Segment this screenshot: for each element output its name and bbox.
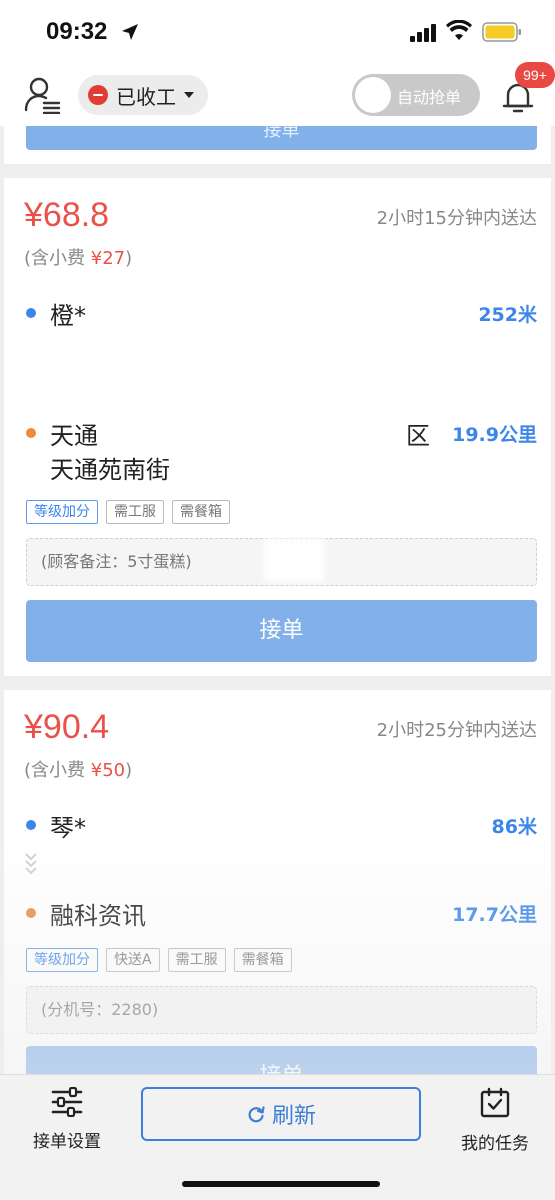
dropoff-distance: 17.7公里	[452, 904, 537, 926]
chevrons-down-icon	[25, 853, 37, 875]
redacted-note	[264, 538, 324, 582]
tip-prefix: (含小费	[24, 248, 86, 269]
tag: 需餐箱	[233, 948, 292, 972]
dropoff-name-tail: 区	[406, 422, 430, 450]
accept-order-button[interactable]: 接单	[26, 600, 537, 662]
pickup-distance: 86米	[491, 816, 537, 838]
sliders-icon	[51, 1086, 83, 1118]
my-tasks-button[interactable]: 我的任务	[450, 1087, 540, 1154]
work-status-label: 已收工	[116, 84, 176, 109]
tip-amount: ¥27	[90, 248, 126, 269]
tag: 需工服	[106, 500, 164, 524]
tag: 需餐箱	[172, 500, 230, 524]
refresh-button[interactable]: 刷新	[141, 1087, 421, 1141]
accept-order-button[interactable]: 接单	[26, 1046, 537, 1074]
delivery-eta: 2小时15分钟内送达	[376, 208, 537, 229]
battery-icon	[482, 22, 521, 42]
tip-suffix: )	[125, 248, 133, 269]
wifi-icon	[446, 20, 472, 40]
previous-accept-button[interactable]: 接单	[26, 126, 537, 150]
cellular-signal-icon	[410, 24, 436, 42]
pickup-name: 橙*	[50, 302, 86, 330]
dropoff-distance: 19.9公里	[452, 424, 537, 446]
delivery-eta: 2小时25分钟内送达	[376, 720, 537, 741]
tip-amount: ¥50	[90, 760, 126, 781]
header: 已收工 自动抢单 99+	[0, 62, 555, 126]
redacted-address	[154, 896, 434, 928]
order-card[interactable]: ¥90.4 (含小费 ¥50) 2小时25分钟内送达 琴* 86米 融科资讯 1…	[4, 690, 551, 1074]
order-settings-label: 接单设置	[33, 1132, 101, 1152]
order-list[interactable]: 接单 ¥68.8 (含小费 ¥27) 2小时15分钟内送达 橙* 252米 天通…	[0, 126, 555, 1074]
dropoff-dot-icon	[26, 428, 36, 438]
dropoff-address: 天通苑南街	[50, 456, 170, 484]
work-status-dropdown[interactable]: 已收工	[78, 75, 208, 115]
tag: 等级加分	[26, 500, 98, 524]
order-tip: (含小费 ¥50)	[24, 756, 132, 782]
pickup-dot-icon	[26, 308, 36, 318]
home-indicator[interactable]	[182, 1181, 380, 1187]
caret-down-icon	[184, 92, 194, 98]
task-checklist-icon	[480, 1087, 510, 1118]
notification-badge: 99+	[515, 62, 555, 88]
order-price: ¥68.8	[24, 196, 110, 234]
location-arrow-icon	[122, 24, 138, 40]
tag-list: 等级加分 快送A 需工服 需餐箱	[26, 948, 292, 972]
my-tasks-label: 我的任务	[461, 1134, 529, 1154]
tip-suffix: )	[125, 760, 133, 781]
redacted-address	[44, 852, 84, 880]
refresh-label: 刷新	[271, 1104, 316, 1129]
tag: 等级加分	[26, 948, 98, 972]
pickup-distance: 252米	[478, 304, 537, 326]
redacted-address	[104, 418, 404, 448]
tag-list: 等级加分 需工服 需餐箱	[26, 500, 230, 524]
order-price: ¥90.4	[24, 708, 110, 746]
auto-grab-toggle[interactable]: 自动抢单	[352, 74, 480, 116]
redacted-address	[44, 338, 484, 372]
dropoff-name: 融科资讯	[50, 902, 146, 930]
tag: 需工服	[167, 948, 226, 972]
pickup-dot-icon	[26, 820, 36, 830]
order-settings-button[interactable]: 接单设置	[22, 1086, 112, 1152]
tip-prefix: (含小费	[24, 760, 86, 781]
status-bar: 09:32	[0, 0, 555, 64]
order-tip: (含小费 ¥27)	[24, 244, 132, 270]
refresh-icon	[248, 1106, 265, 1123]
profile-menu-icon[interactable]	[24, 76, 62, 114]
dropoff-dot-icon	[26, 908, 36, 918]
stop-icon	[88, 85, 108, 105]
toggle-knob	[355, 77, 391, 113]
redacted-address	[204, 454, 414, 482]
status-time: 09:32	[46, 18, 108, 45]
order-card[interactable]: ¥68.8 (含小费 ¥27) 2小时15分钟内送达 橙* 252米 天通 区 …	[4, 178, 551, 676]
dropoff-name: 天通	[50, 422, 98, 450]
auto-grab-label: 自动抢单	[397, 88, 462, 107]
tag: 快送A	[106, 948, 160, 972]
previous-order-card: 接单	[4, 126, 551, 164]
pickup-name: 琴*	[50, 814, 86, 842]
customer-note: (分机号：2280)	[26, 986, 537, 1034]
